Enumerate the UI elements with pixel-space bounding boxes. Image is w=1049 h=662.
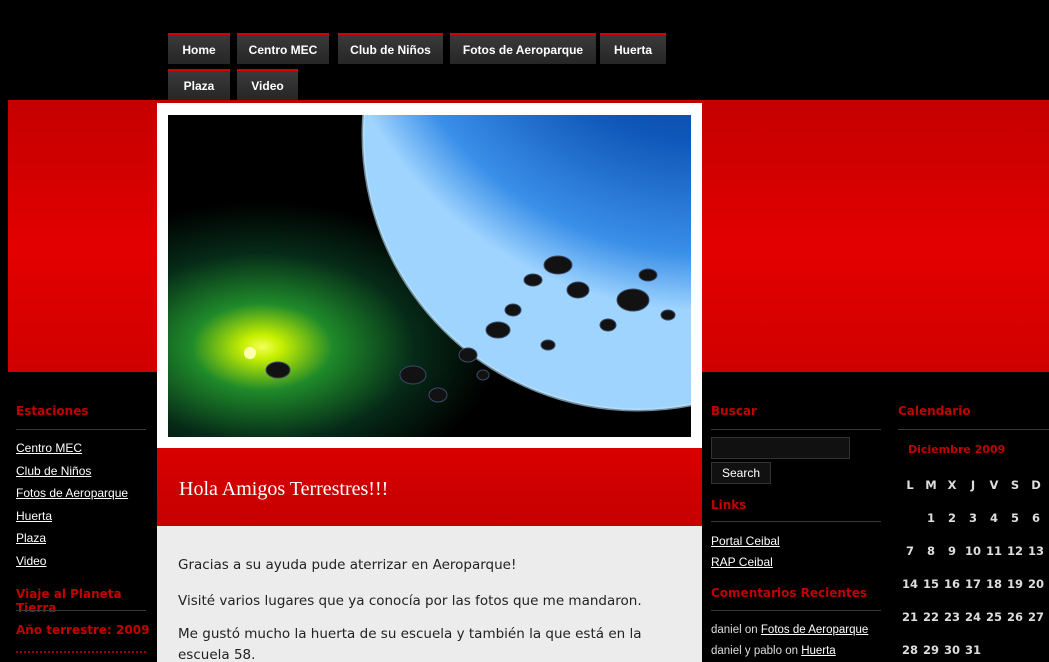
calendar-weekday: M bbox=[925, 478, 937, 492]
sidebar-link-fotos-de-aeroparque[interactable]: Fotos de Aeroparque bbox=[16, 482, 151, 505]
sidebar-link-plaza[interactable]: Plaza bbox=[16, 527, 151, 550]
calendar-day: 8 bbox=[926, 544, 935, 558]
calendar-day: 28 bbox=[901, 643, 918, 657]
calendar-weekday: D bbox=[1031, 478, 1041, 492]
calendar-day: 10 bbox=[964, 544, 981, 558]
nav-tab-centro-mec[interactable]: Centro MEC bbox=[237, 33, 329, 64]
calendar-day: 6 bbox=[1031, 511, 1040, 525]
calendar-weekday: S bbox=[1010, 478, 1020, 492]
calendar-day: 5 bbox=[1010, 511, 1019, 525]
comment-post-link[interactable]: Fotos de Aeroparque bbox=[761, 624, 868, 636]
calendar-day: 20 bbox=[1027, 577, 1044, 591]
calendar-day: 7 bbox=[905, 544, 914, 558]
comment-author: daniel bbox=[711, 624, 742, 636]
calendar-day: 22 bbox=[922, 610, 939, 624]
calendar-day: 13 bbox=[1027, 544, 1044, 558]
sidebar-link-video[interactable]: Video bbox=[16, 550, 151, 573]
sidebar-link-club-de-ninos[interactable]: Club de Niños bbox=[16, 460, 151, 483]
calendar-day: 26 bbox=[1006, 610, 1023, 624]
calendar-day: 25 bbox=[985, 610, 1002, 624]
calendar-day: 23 bbox=[943, 610, 960, 624]
search-button[interactable]: Search bbox=[711, 462, 771, 484]
calendar-day: 21 bbox=[901, 610, 918, 624]
post-paragraph: Visité varios lugares que ya conocía por… bbox=[178, 593, 642, 609]
post-title[interactable]: Hola Amigos Terrestres!!! bbox=[179, 478, 388, 501]
comment-item: daniel y pablo on Huerta bbox=[711, 645, 836, 657]
post-paragraph: Gracias a su ayuda pude aterrizar en Aer… bbox=[178, 557, 517, 573]
calendar-weekday: L bbox=[906, 478, 914, 492]
calendar-day: 1 bbox=[926, 511, 935, 525]
nav-tab-home[interactable]: Home bbox=[168, 33, 230, 64]
nav-tab-huerta[interactable]: Huerta bbox=[600, 33, 666, 64]
post-title-bar: Hola Amigos Terrestres!!! bbox=[157, 448, 702, 526]
calendar-day: 29 bbox=[922, 643, 939, 657]
calendar-day: 19 bbox=[1006, 577, 1023, 591]
space-planet-image bbox=[168, 115, 691, 437]
widget-title-ano-terrestre: Año terrestre: 2009 bbox=[16, 623, 150, 637]
calendar-day: 11 bbox=[985, 544, 1002, 558]
calendar-day: 17 bbox=[964, 577, 981, 591]
divider bbox=[711, 429, 881, 430]
comment-author: daniel y pablo bbox=[711, 645, 782, 657]
calendar-day: 9 bbox=[947, 544, 956, 558]
link-portal-ceibal[interactable]: Portal Ceibal bbox=[711, 534, 780, 548]
widget-title-buscar: Buscar bbox=[711, 404, 757, 418]
nav-tab-video[interactable]: Video bbox=[237, 69, 298, 100]
header-image-frame bbox=[157, 103, 702, 448]
calendar-day: 24 bbox=[964, 610, 981, 624]
nav-tab-plaza[interactable]: Plaza bbox=[168, 69, 230, 100]
calendar-weekday: V bbox=[989, 478, 999, 492]
search-input[interactable] bbox=[711, 437, 850, 459]
calendar-day: 27 bbox=[1027, 610, 1044, 624]
divider bbox=[711, 610, 881, 611]
divider bbox=[16, 610, 146, 611]
widget-title-links: Links bbox=[711, 498, 747, 512]
nav-tab-club-de-ninos[interactable]: Club de Niños bbox=[338, 33, 443, 64]
comment-post-link[interactable]: Huerta bbox=[801, 645, 836, 657]
calendar-weekday: J bbox=[970, 478, 976, 492]
calendar-month: Diciembre 2009 bbox=[908, 443, 1006, 456]
divider bbox=[711, 521, 881, 522]
calendar-day: 16 bbox=[943, 577, 960, 591]
calendar-day: 30 bbox=[943, 643, 960, 657]
comment-on: on bbox=[744, 624, 758, 636]
widget-title-comentarios: Comentarios Recientes bbox=[711, 586, 867, 600]
calendar-day: 12 bbox=[1006, 544, 1023, 558]
space-scene-graphic bbox=[168, 115, 691, 437]
comment-item: daniel on Fotos de Aeroparque bbox=[711, 624, 868, 636]
widget-title-calendario: Calendario bbox=[898, 404, 971, 418]
calendar-day: 15 bbox=[922, 577, 939, 591]
sidebar-link-huerta[interactable]: Huerta bbox=[16, 505, 151, 528]
divider bbox=[898, 429, 1049, 430]
calendar-day: 3 bbox=[968, 511, 977, 525]
comment-on: on bbox=[785, 645, 798, 657]
calendar-day: 18 bbox=[985, 577, 1002, 591]
calendar-day: 14 bbox=[901, 577, 918, 591]
link-rap-ceibal[interactable]: RAP Ceibal bbox=[711, 555, 773, 569]
calendar-day: 4 bbox=[989, 511, 998, 525]
calendar-weekday: X bbox=[947, 478, 957, 492]
nav-tab-fotos-de-aeroparque[interactable]: Fotos de Aeroparque bbox=[450, 33, 596, 64]
calendar-day: 31 bbox=[964, 643, 981, 657]
calendar-day: 2 bbox=[947, 511, 956, 525]
sidebar-link-centro-mec[interactable]: Centro MEC bbox=[16, 437, 151, 460]
divider bbox=[16, 429, 146, 430]
post-body: Gracias a su ayuda pude aterrizar en Aer… bbox=[157, 526, 702, 662]
widget-title-estaciones: Estaciones bbox=[16, 404, 89, 418]
dotted-divider bbox=[16, 651, 146, 653]
stations-list: Centro MEC Club de Niños Fotos de Aeropa… bbox=[16, 437, 151, 572]
post-paragraph: Me gustó mucho la huerta de su escuela y… bbox=[178, 626, 642, 662]
